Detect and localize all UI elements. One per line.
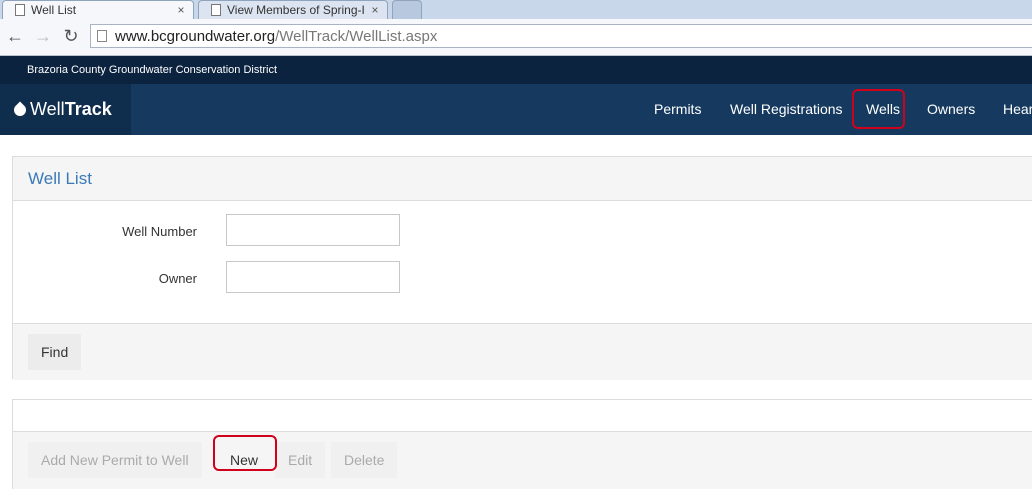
browser-tab-view-members[interactable]: View Members of Spring-I × xyxy=(198,0,388,19)
add-new-permit-button[interactable]: Add New Permit to Well xyxy=(28,442,202,478)
panel-title: Well List xyxy=(28,169,92,188)
page-icon xyxy=(211,4,221,16)
well-list-panel: Well List Well Number Owner Find xyxy=(12,156,1032,380)
panel-footer: Find xyxy=(13,323,1032,380)
brand-light: Well xyxy=(30,99,65,119)
district-strip: Brazoria County Groundwater Conservation… xyxy=(0,56,1032,84)
back-arrow-icon[interactable]: ← xyxy=(4,25,26,47)
edit-button[interactable]: Edit xyxy=(275,442,326,478)
url-domain: www.bcgroundwater.org xyxy=(115,27,276,45)
brand-bold: Track xyxy=(64,99,112,119)
owner-label: Owner xyxy=(158,271,197,286)
actions-footer: Add New Permit to Well New Edit Delete xyxy=(13,431,1032,489)
delete-button[interactable]: Delete xyxy=(331,442,398,478)
close-icon[interactable]: × xyxy=(173,3,189,17)
tab-title: Well List xyxy=(31,3,77,17)
new-highlight-circle xyxy=(213,435,277,471)
nav-owners[interactable]: Owners xyxy=(927,101,975,117)
browser-tab-well-list[interactable]: Well List × xyxy=(2,0,194,19)
welltrack-logo[interactable]: Well Track xyxy=(0,84,131,135)
wells-highlight-circle xyxy=(852,89,905,129)
nav-permits[interactable]: Permits xyxy=(654,101,701,117)
find-button[interactable]: Find xyxy=(28,334,82,370)
well-number-label: Well Number xyxy=(122,224,197,239)
panel-header: Well List xyxy=(13,157,1032,201)
url-path: /WellTrack/WellList.aspx xyxy=(275,27,438,45)
forward-arrow-icon[interactable]: → xyxy=(32,25,54,47)
water-drop-icon xyxy=(11,101,29,118)
page-icon xyxy=(97,30,107,42)
url-field[interactable]: www.bcgroundwater.org/WellTrack/WellList… xyxy=(90,24,1032,48)
nav-hearings[interactable]: Hear xyxy=(1003,101,1032,117)
close-icon[interactable]: × xyxy=(367,3,383,17)
address-bar: ← → ↻ www.bcgroundwater.org/WellTrack/We… xyxy=(0,19,1032,56)
owner-input[interactable] xyxy=(226,261,400,293)
actions-panel: Add New Permit to Well New Edit Delete xyxy=(12,399,1032,489)
url-text: www.bcgroundwater.org/WellTrack/WellList… xyxy=(115,28,437,45)
well-number-input[interactable] xyxy=(226,214,400,246)
tab-title: View Members of Spring-I xyxy=(227,3,365,17)
new-tab-button[interactable] xyxy=(392,0,422,19)
page-icon xyxy=(15,4,25,16)
reload-icon[interactable]: ↻ xyxy=(60,25,82,47)
nav-well-registrations[interactable]: Well Registrations xyxy=(730,101,843,117)
browser-tab-bar: Well List × View Members of Spring-I × xyxy=(0,0,1032,19)
district-name: Brazoria County Groundwater Conservation… xyxy=(27,64,278,76)
